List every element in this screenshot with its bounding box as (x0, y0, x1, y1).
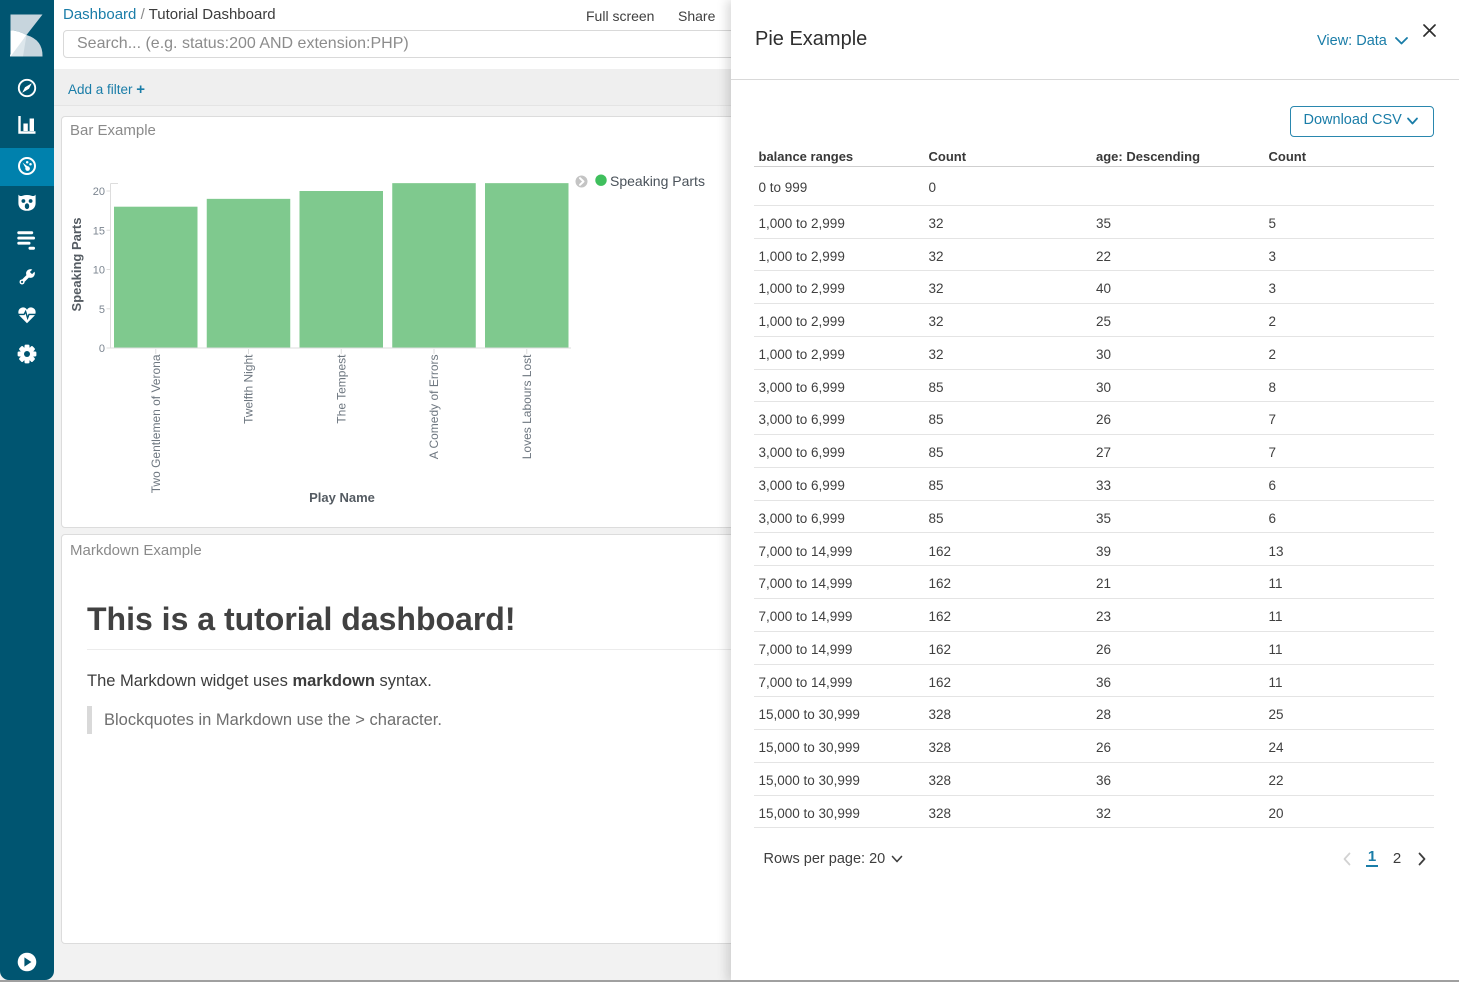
svg-text:10: 10 (93, 264, 105, 276)
svg-text:The Tempest: The Tempest (334, 353, 348, 423)
svg-text:5: 5 (99, 303, 105, 315)
svg-text:Play Name: Play Name (309, 490, 375, 505)
svg-text:A Comedy of Errors: A Comedy of Errors (427, 354, 441, 459)
svg-text:Twelfth Night: Twelfth Night (242, 353, 256, 423)
svg-text:15: 15 (93, 225, 105, 237)
svg-text:Loves Labours Lost: Loves Labours Lost (520, 353, 534, 458)
svg-text:0: 0 (99, 343, 105, 355)
svg-text:Two Gentlemen of Verona: Two Gentlemen of Verona (149, 354, 163, 493)
svg-text:20: 20 (93, 186, 105, 198)
svg-text:Speaking Parts: Speaking Parts (69, 217, 84, 311)
